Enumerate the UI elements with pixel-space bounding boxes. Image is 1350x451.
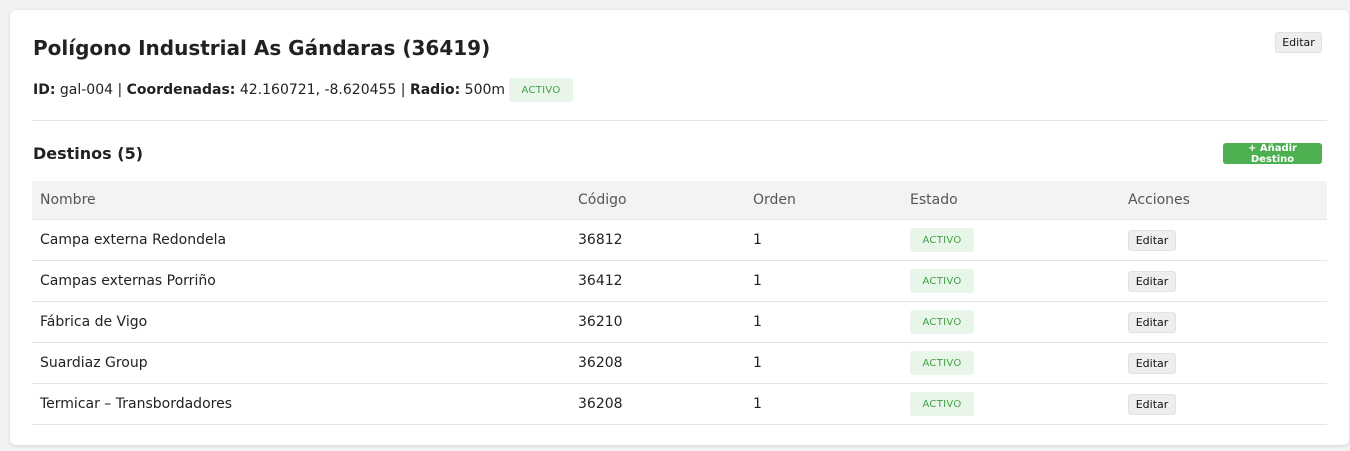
table-row: Fábrica de Vigo 36210 1 ACTIVO Editar	[32, 301, 1327, 343]
destination-status-cell: ACTIVO	[902, 342, 1120, 384]
status-badge: ACTIVO	[910, 392, 974, 416]
table-row: Campas externas Porriño 36412 1 ACTIVO E…	[32, 260, 1327, 302]
destination-status-cell: ACTIVO	[902, 219, 1120, 261]
page-title: Polígono Industrial As Gándaras (36419)	[33, 36, 491, 60]
destination-actions-cell: Editar	[1120, 383, 1327, 425]
radius-label: Radio:	[409, 82, 461, 98]
destination-order: 1	[745, 219, 902, 261]
radius-value: 500m	[464, 82, 506, 98]
destination-status-cell: ACTIVO	[902, 383, 1120, 425]
destination-actions-cell: Editar	[1120, 260, 1327, 302]
destination-order: 1	[745, 260, 902, 302]
edit-destination-button[interactable]: Editar	[1128, 229, 1176, 251]
destination-actions-cell: Editar	[1120, 219, 1327, 261]
destination-order: 1	[745, 342, 902, 384]
column-header-code: Código	[570, 181, 745, 220]
coords-value: 42.160721, -8.620455	[239, 82, 397, 98]
edit-destination-button[interactable]: Editar	[1128, 270, 1176, 292]
edit-destination-button[interactable]: Editar	[1128, 311, 1176, 333]
destination-code: 36412	[570, 260, 745, 302]
table-row: Termicar – Transbordadores 36208 1 ACTIV…	[32, 383, 1327, 425]
destination-name: Campas externas Porriño	[32, 260, 570, 302]
destination-order: 1	[745, 383, 902, 425]
destination-name: Fábrica de Vigo	[32, 301, 570, 343]
destination-code: 36208	[570, 342, 745, 384]
destinations-table: Nombre Código Orden Estado Acciones Camp…	[32, 181, 1327, 425]
status-badge: ACTIVO	[910, 310, 974, 334]
column-header-status: Estado	[902, 181, 1120, 220]
id-value: gal-004	[59, 82, 114, 98]
table-row: Suardiaz Group 36208 1 ACTIVO Editar	[32, 342, 1327, 384]
column-header-name: Nombre	[32, 181, 570, 220]
destination-actions-cell: Editar	[1120, 301, 1327, 343]
status-badge: ACTIVO	[509, 78, 574, 102]
destination-order: 1	[745, 301, 902, 343]
id-label: ID:	[33, 82, 56, 98]
destination-name: Suardiaz Group	[32, 342, 570, 384]
destination-code: 36208	[570, 383, 745, 425]
destinations-title: Destinos (5)	[33, 144, 144, 163]
column-header-actions: Acciones	[1120, 181, 1327, 220]
add-destination-button[interactable]: + Añadir Destino	[1223, 143, 1322, 165]
destination-code: 36210	[570, 301, 745, 343]
destination-name: Termicar – Transbordadores	[32, 383, 570, 425]
status-badge: ACTIVO	[910, 228, 974, 252]
zone-card: Polígono Industrial As Gándaras (36419) …	[10, 10, 1349, 445]
status-badge: ACTIVO	[910, 351, 974, 375]
table-header-row: Nombre Código Orden Estado Acciones	[32, 181, 1327, 220]
destination-name: Campa externa Redondela	[32, 219, 570, 261]
edit-zone-button[interactable]: Editar	[1275, 32, 1322, 53]
column-header-order: Orden	[745, 181, 902, 220]
destination-status-cell: ACTIVO	[902, 260, 1120, 302]
zone-meta: ID: gal-004 | Coordenadas: 42.160721, -8…	[33, 78, 574, 102]
coords-label: Coordenadas:	[126, 82, 236, 98]
divider	[32, 120, 1327, 121]
edit-destination-button[interactable]: Editar	[1128, 393, 1176, 415]
destination-status-cell: ACTIVO	[902, 301, 1120, 343]
table-row: Campa externa Redondela 36812 1 ACTIVO E…	[32, 219, 1327, 261]
edit-destination-button[interactable]: Editar	[1128, 352, 1176, 374]
destination-code: 36812	[570, 219, 745, 261]
destination-actions-cell: Editar	[1120, 342, 1327, 384]
status-badge: ACTIVO	[910, 269, 974, 293]
